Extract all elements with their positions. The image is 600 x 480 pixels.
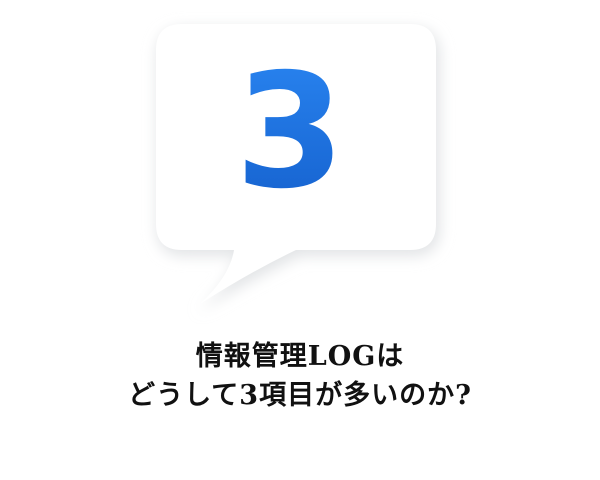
caption: 情報管理LOGは どうして3項目が多いのか? (0, 337, 600, 415)
bubble-number: 3 (235, 40, 345, 224)
caption-line-2: どうして3項目が多いのか? (128, 380, 472, 411)
caption-line-1: 情報管理LOGは (195, 341, 405, 372)
